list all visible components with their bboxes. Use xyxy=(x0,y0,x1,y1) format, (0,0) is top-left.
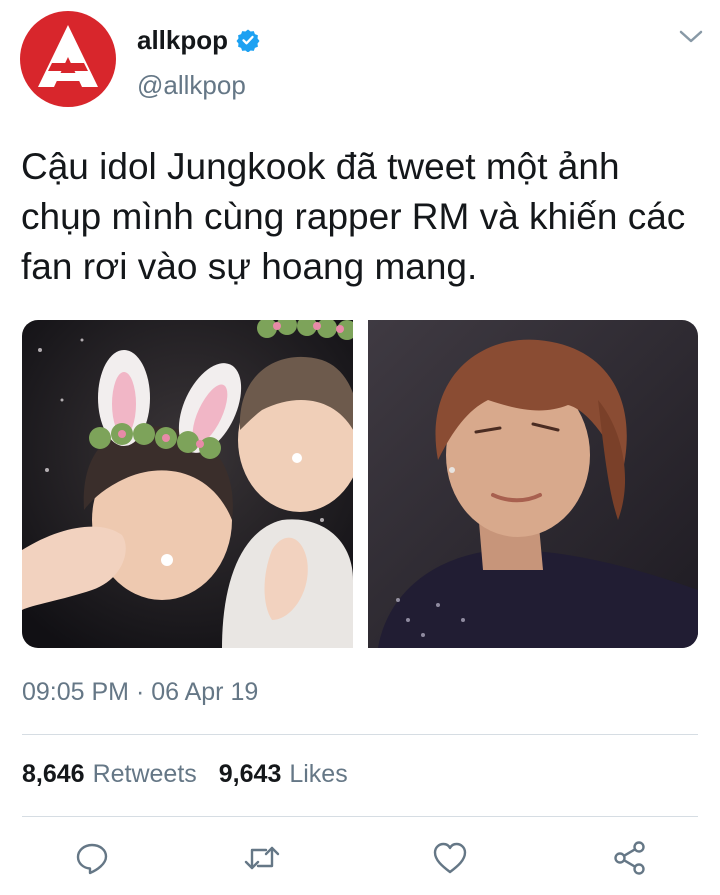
divider xyxy=(22,734,698,735)
avatar[interactable] xyxy=(20,11,116,107)
display-name[interactable]: allkpop xyxy=(137,25,228,56)
likes-count[interactable]: 9,643 xyxy=(219,760,282,789)
allkpop-logo-icon xyxy=(38,25,98,87)
reply-button[interactable] xyxy=(72,838,112,878)
retweets-label[interactable]: Retweets xyxy=(93,760,197,789)
name-row: allkpop xyxy=(137,22,260,58)
engagement-stats: 8,646 Retweets 9,643 Likes xyxy=(22,760,348,789)
photo-left[interactable] xyxy=(22,320,353,648)
retweets-count[interactable]: 8,646 xyxy=(22,760,85,789)
tweet-timestamp[interactable]: 09:05 PM · 06 Apr 19 xyxy=(22,678,258,707)
retweet-button[interactable] xyxy=(242,838,282,878)
photo-right[interactable] xyxy=(368,320,698,648)
tweet-text: Cậu idol Jungkook đã tweet một ảnh chụp … xyxy=(21,146,686,287)
chevron-down-icon[interactable] xyxy=(678,28,704,46)
retweet-icon xyxy=(244,846,280,870)
share-icon xyxy=(614,841,645,875)
likes-label[interactable]: Likes xyxy=(289,760,347,789)
like-button[interactable] xyxy=(430,838,470,878)
user-handle[interactable]: @allkpop xyxy=(137,70,246,101)
divider xyxy=(22,816,698,817)
verified-badge-icon xyxy=(236,29,260,52)
like-icon xyxy=(433,842,467,874)
share-button[interactable] xyxy=(610,838,650,878)
reply-icon xyxy=(76,843,108,875)
